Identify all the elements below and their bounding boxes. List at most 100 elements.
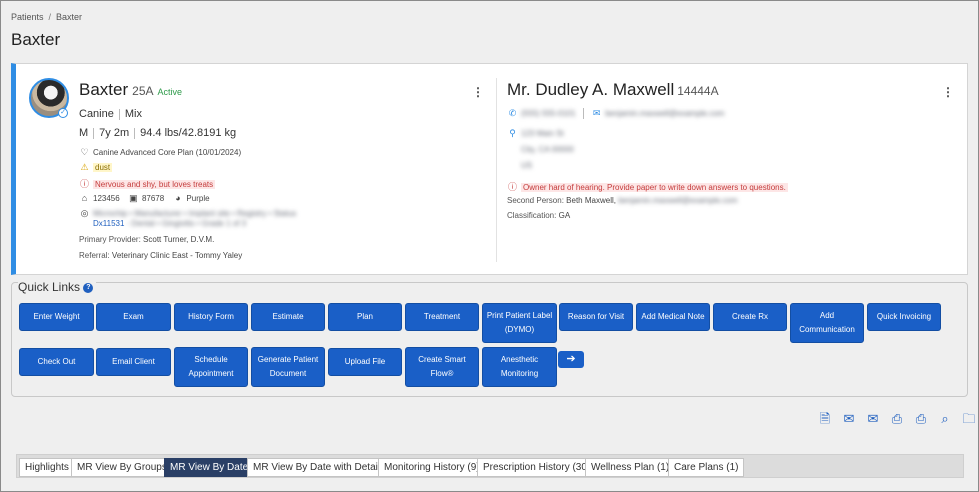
patient-name-row: Baxter 25A Active [79,80,182,100]
quick-links-title: Quick Links ? [18,280,97,294]
breadcrumb-current: Baxter [56,12,83,22]
email-icon: ✉ [592,108,601,118]
plan-row: ♡ Canine Advanced Core Plan (10/01/2024) [79,147,241,158]
quick-invoicing-button[interactable]: Quick Invoicing [867,303,941,331]
anesthetic-monitoring-button[interactable]: Anesthetic Monitoring [482,347,557,387]
print-options-icon[interactable]: ⎙ [909,411,933,427]
patient-name: Baxter [79,80,129,99]
tab-prescription-history[interactable]: Prescription History (30) [477,458,597,477]
email-icon[interactable]: ✉ [837,411,861,427]
address-line1: 123 Main St [521,129,564,138]
address-line3: US [521,161,533,170]
tag-number: 123456 [93,194,120,203]
arrow-right-icon[interactable]: ➔ [558,351,584,368]
referral: Veterinary Clinic East - Tommy Yaley [111,251,243,260]
avatar-edit-icon[interactable]: ✓ [58,108,68,118]
owner-alert-row: ⓘ Owner hard of hearing. Provide paper to… [507,180,788,193]
schedule-appointment-button[interactable]: Schedule Appointment [174,347,248,387]
microchip-row: ◎ Microchip • Manufacturer • Implant site… [79,208,297,219]
patient-menu-icon[interactable]: ⋮ [472,86,484,98]
tag-icon: ⌂ [81,193,88,203]
upload-file-button[interactable]: Upload File [328,348,402,376]
classification-label: Classification: [507,211,557,220]
alert-icon: ⓘ [79,179,89,189]
chip-icon: ▣ [129,193,138,203]
history-form-button[interactable]: History Form [174,303,248,331]
warning-text: dust [93,163,113,172]
help-icon[interactable]: ? [83,283,94,293]
palette-icon: ◕ [175,193,181,203]
primary-provider-row: Primary Provider: Scott Turner, D.V.M. [79,235,214,244]
wellness-plan[interactable]: Canine Advanced Core Plan (10/01/2024) [93,148,241,157]
diagnosis-description: - Dental • Gingivitis • Grade 1 of 3 [126,219,247,228]
document-icon[interactable]: 🗎 [813,410,837,432]
demographics-row: M 7y 2m 94.4 lbs/42.8191 kg [79,127,236,139]
diagnosis-row: Dx11531 - Dental • Gingivitis • Grade 1 … [93,219,246,228]
species-row: Canine Mix [79,108,142,120]
record-tabs: Highlights MR View By Groups MR View By … [16,454,964,478]
email-client-button[interactable]: Email Client [96,348,171,376]
age: 7y 2m [99,127,130,139]
tags-row: ⌂ 123456 ▣ 87678 ◕ Purple [79,193,210,204]
chip-number: 87678 [141,194,165,203]
treatment-button[interactable]: Treatment [405,303,479,331]
add-communication-button[interactable]: Add Communication [790,303,864,343]
tab-mr-view-by-date[interactable]: MR View By Date [164,458,255,477]
tab-mr-view-by-date-with-details[interactable]: MR View By Date with Details [247,458,392,477]
status-badge: Active [157,87,183,97]
patient-card: ✓ Baxter 25A Active ⋮ Canine Mix M 7y 2m 94.4… [11,63,968,275]
owner-alert-icon: ⓘ [507,182,517,192]
diagnosis-code[interactable]: Dx11531 [93,219,124,228]
warning-row: ⚠ dust [79,162,113,173]
weight: 94.4 lbs/42.8191 kg [140,127,237,139]
search-icon[interactable]: ⌕ [933,411,957,427]
create-smart-flow-button[interactable]: Create Smart Flow® [405,347,479,387]
tab-mr-view-by-groups[interactable]: MR View By Groups [71,458,173,477]
breed: Mix [124,108,142,120]
reason-for-visit-button[interactable]: Reason for Visit [559,303,633,331]
breadcrumb-separator: / [48,12,52,22]
print-icon[interactable]: ⎙ [885,411,909,427]
second-person-row: Second Person: Beth Maxwell, benjamin.ma… [507,196,737,205]
warning-icon: ⚠ [80,162,89,172]
enter-weight-button[interactable]: Enter Weight [19,303,94,331]
bulk-email-icon[interactable]: ✉ [861,411,885,427]
owner-phone[interactable]: (555) 555-0101 [521,109,576,118]
owner-menu-icon[interactable]: ⋮ [942,86,954,98]
primary-provider: Scott Turner, D.V.M. [143,235,215,244]
folder-info-icon[interactable]: 🗀 [957,410,978,432]
tab-monitoring-history[interactable]: Monitoring History (9) [378,458,486,477]
heart-icon: ♡ [80,147,89,157]
owner-name-row: Mr. Dudley A. Maxwell 14444A [507,80,719,100]
plan-button[interactable]: Plan [328,303,402,331]
breadcrumb: Patients / Baxter [11,12,82,22]
check-out-button[interactable]: Check Out [19,348,94,376]
generate-patient-document-button[interactable]: Generate Patient Document [251,347,325,387]
add-medical-note-button[interactable]: Add Medical Note [636,303,710,331]
location-pin-icon: ⚲ [509,128,516,138]
exam-button[interactable]: Exam [96,303,171,331]
sex: M [79,127,89,139]
tab-highlights[interactable]: Highlights [19,458,75,477]
owner-name[interactable]: Mr. Dudley A. Maxwell [507,80,674,99]
patient-id: 25A [132,84,154,98]
print-patient-label-button[interactable]: Print Patient Label (DYMO) [482,303,557,343]
classification-row: Classification: GA [507,211,570,220]
patient-color: Purple [186,194,210,203]
owner-email[interactable]: benjamin.maxwell@example.com [605,109,724,118]
estimate-button[interactable]: Estimate [251,303,325,331]
app-frame: Patients / Baxter Baxter ✓ Baxter 25A Active… [0,0,979,492]
owner-contact-row: ✆ (555) 555-0101 ✉ benjamin.maxwell@exampl… [507,108,724,120]
breadcrumb-patients-link[interactable]: Patients [11,12,44,22]
second-person-label: Second Person: [507,196,564,205]
tab-wellness-plan[interactable]: Wellness Plan (1) [585,458,676,477]
second-person-email: benjamin.maxwell@example.com [618,196,738,205]
referral-row: Referral: Veterinary Clinic East - Tommy… [79,251,242,260]
owner-address-line1: ⚲ 123 Main St [507,128,564,139]
microchip-info: Microchip • Manufacturer • Implant site … [93,209,297,218]
tab-care-plans[interactable]: Care Plans (1) [668,458,745,477]
record-toolbar: 🗎 ✉ ✉ ⎙ ⎙ ⌕ 🗀 [813,410,978,432]
owner-address-line3: US [521,161,532,170]
owner-address-line2: City, CA 00000 [521,145,574,154]
create-rx-button[interactable]: Create Rx [713,303,787,331]
